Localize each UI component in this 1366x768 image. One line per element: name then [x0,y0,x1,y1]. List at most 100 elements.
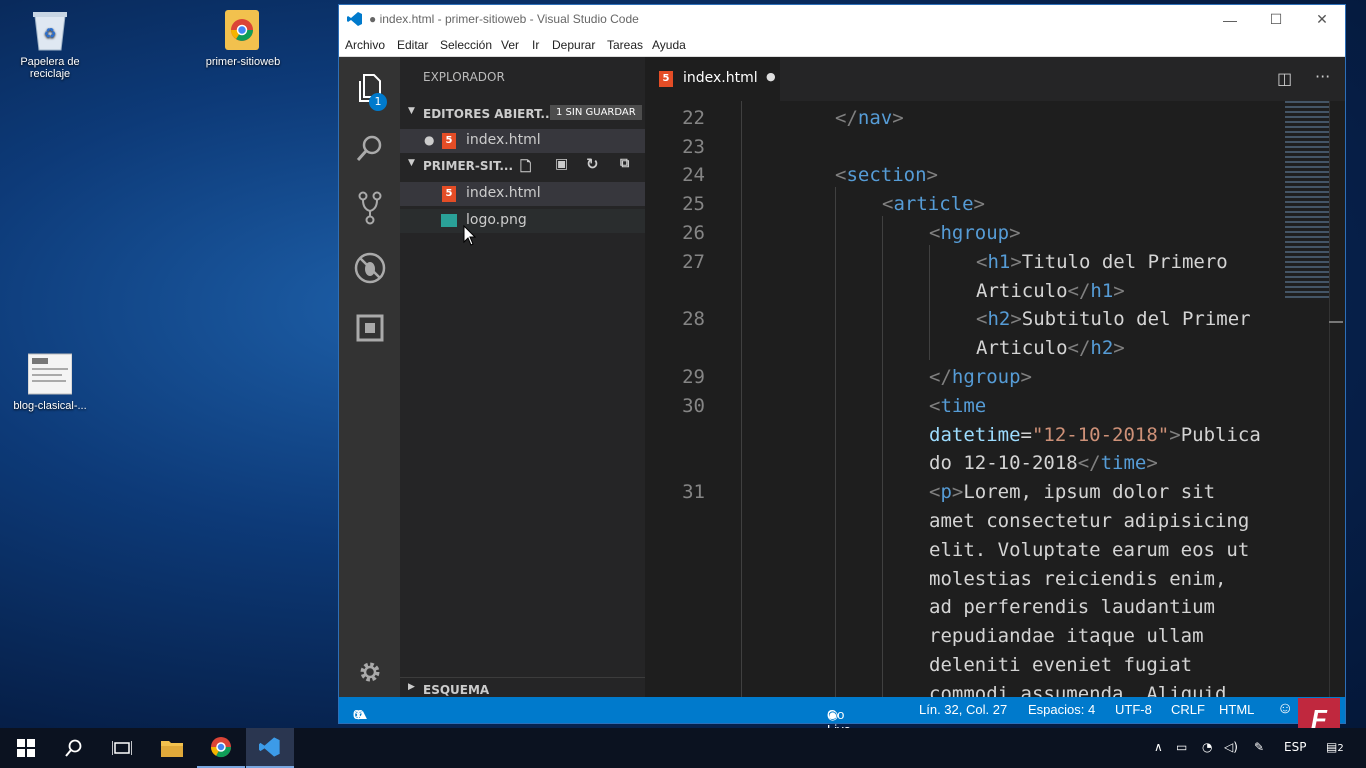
chrome-taskbar[interactable] [197,728,245,768]
html5-icon: 5 [442,186,456,202]
menu-ayuda[interactable]: Ayuda [652,38,686,52]
project-title: PRIMER-SIT... [423,159,514,173]
line-number: 26 [682,222,705,244]
scrollbar-thumb[interactable] [1329,321,1343,323]
notification-count: 2 [1337,743,1344,754]
indentation[interactable]: Espacios: 4 [1028,702,1095,717]
tab-index-html[interactable]: 5 index.html ● [645,57,780,101]
search-activity[interactable] [339,123,400,173]
title-bar: ● index.html - primer-sitioweb - Visual … [339,5,1345,34]
show-hidden-icons[interactable]: ∧ [1154,740,1163,754]
code-line: <article> [882,193,985,215]
unsaved-badge: 1 SIN GUARDAR [550,105,642,120]
status-bar: ⊗ 0 ▲ 0 ◉ Go Live Lín. 32, Col. 27 Espac… [339,697,1345,737]
cursor-position[interactable]: Lín. 32, Col. 27 [919,702,1007,717]
unsaved-dot-icon[interactable]: ● [766,70,776,83]
menu-ver[interactable]: Ver [501,38,519,52]
no-bug-icon [354,252,385,284]
code-line: molestias reiciendis enim, [929,568,1227,590]
desktop-icon-label: Papelera de reciclaje [20,56,80,80]
indent-guide [835,187,836,697]
desktop-icon-primer-sitioweb[interactable]: primer-sitioweb [205,8,281,68]
vscode-icon [259,737,280,757]
image-file-icon [441,214,457,227]
task-view-icon [112,741,132,755]
indent-guide [929,245,930,360]
code-line: <section> [835,164,938,186]
line-number: 23 [682,136,705,158]
line-number: 22 [682,107,705,129]
chrome-icon [210,737,232,758]
vscode-taskbar[interactable] [246,728,294,768]
project-header[interactable]: ▼ PRIMER-SIT... 🗋 ▣ ↻ ⧉ [400,155,645,177]
encoding[interactable]: UTF-8 [1115,702,1152,717]
split-editor-icon[interactable]: ◫ [1277,69,1292,88]
folder-icon [161,741,183,757]
menu-ir[interactable]: Ir [532,38,539,52]
document-icon [28,352,72,396]
code-line: commodi assumenda. Aliquid [929,683,1227,697]
taskbar-search-button[interactable] [50,728,98,768]
language-indicator[interactable]: ESP [1284,740,1306,754]
desktop-icon-recycle-bin[interactable]: ♻ Papelera de reciclaje [12,8,88,80]
wifi-icon[interactable]: ◔ [1202,740,1212,754]
debug-activity[interactable] [339,243,400,293]
line-ending[interactable]: CRLF [1171,702,1205,717]
code-editor[interactable]: 22 </nav> 23 24 <section> 25 <article> 2… [645,101,1345,697]
menu-seleccion[interactable]: Selección [440,38,492,52]
code-line: elit. Voluptate earum eos ut [929,539,1250,561]
mouse-cursor-icon [463,225,476,246]
collapse-all-icon[interactable]: ⧉ [620,156,629,171]
pen-icon[interactable]: ✎ [1254,740,1264,754]
code-line: <h1>Titulo del Primero [976,251,1228,273]
taskbar: ∧ ▭ ◔ ◁) ✎ ESP ▤2 [0,728,1366,768]
settings-activity[interactable] [339,647,400,697]
file-item-logo[interactable]: logo.png [400,209,645,233]
code-line: </hgroup> [929,366,1032,388]
refresh-icon[interactable]: ↻ [586,155,599,173]
open-editors-header[interactable]: ▼ EDITORES ABIERT... 1 SIN GUARDAR [400,103,645,125]
menu-bar: Archivo Editar Selección Ver Ir Depurar … [339,34,1345,57]
explorer-activity[interactable]: 1 [339,63,400,113]
menu-editar[interactable]: Editar [397,38,428,52]
html5-icon: 5 [442,133,456,149]
menu-archivo[interactable]: Archivo [345,38,385,52]
task-view-button[interactable] [98,728,146,768]
file-item-index[interactable]: 5 index.html [400,182,645,206]
menu-tareas[interactable]: Tareas [607,38,643,52]
recycle-bin-icon: ♻ [28,8,72,52]
close-button[interactable]: ✕ [1299,5,1345,34]
new-file-icon[interactable]: 🗋 [520,156,531,180]
desktop-icon-label: primer-sitioweb [205,56,281,68]
code-line: <p>Lorem, ipsum dolor sit [929,481,1216,503]
code-line: <time [929,395,987,417]
feedback-smiley-icon[interactable]: ☺ [1277,700,1293,718]
window-title: ● index.html - primer-sitioweb - Visual … [369,12,639,26]
language-mode[interactable]: HTML [1219,702,1254,717]
code-line: Articulo</h2> [976,337,1125,359]
minimize-button[interactable]: — [1207,5,1253,34]
scrollbar[interactable] [1329,101,1344,697]
problems-indicator[interactable]: ⊗ 0 ▲ 0 [353,702,370,722]
new-folder-icon[interactable]: ▣ [555,156,568,172]
volume-icon[interactable]: ◁) [1224,740,1238,754]
warning-count: 0 [356,707,364,722]
extensions-activity[interactable] [339,303,400,353]
more-actions-icon[interactable]: ··· [1315,67,1330,86]
source-control-activity[interactable] [339,183,400,233]
code-line: ad perferendis laudantium [929,596,1215,618]
menu-depurar[interactable]: Depurar [552,38,595,52]
activity-bar: 1 [339,57,400,697]
tab-bar: 5 index.html ● ◫ ··· [645,57,1345,101]
minimap[interactable] [1285,101,1329,301]
chevron-down-icon: ▼ [408,106,415,116]
code-line: deleniti eveniet fugiat [929,654,1193,676]
line-number: 31 [682,481,705,503]
start-button[interactable] [2,728,50,768]
network-adapter-icon[interactable]: ▭ [1176,740,1187,754]
file-explorer-taskbar[interactable] [148,728,196,768]
maximize-button[interactable]: ☐ [1253,5,1299,34]
action-center-icon[interactable]: ▤2 [1326,740,1344,754]
open-editor-item[interactable]: ● 5 index.html [400,129,645,153]
desktop-icon-blog[interactable]: blog-clasical-... [12,352,88,412]
